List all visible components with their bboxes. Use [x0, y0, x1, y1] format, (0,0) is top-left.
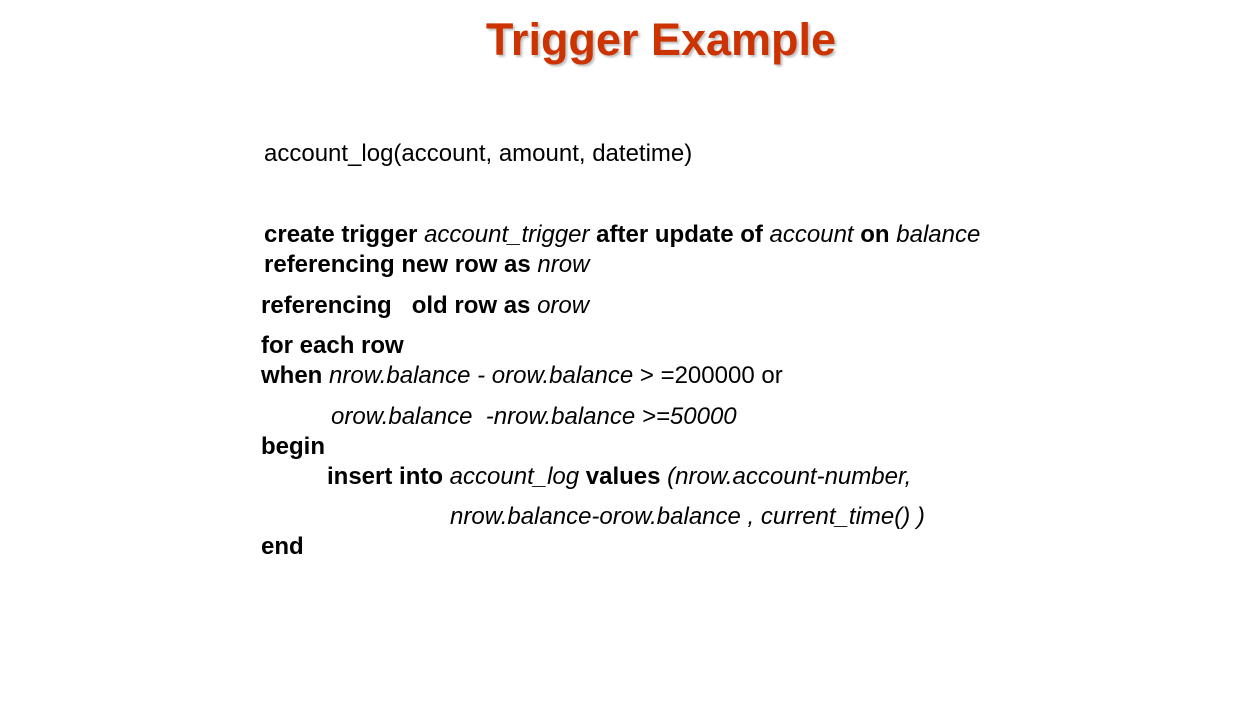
code-line-insert: insert into account_log values (nrow.acc… [327, 463, 911, 491]
when-expression-2: orow.balance -nrow.balance >=50000 [331, 403, 737, 430]
code-line-create-trigger: create trigger account_trigger after upd… [264, 221, 980, 249]
keyword-end: end [261, 533, 304, 560]
code-line-referencing-new: referencing new row as nrow [264, 251, 589, 279]
column-name: balance [896, 221, 981, 248]
code-line-insert-continued: nrow.balance-orow.balance , current_time… [450, 503, 925, 531]
table-name: account [769, 221, 854, 248]
trigger-name: account_trigger [424, 221, 590, 248]
keyword-referencing-old-row: referencing old row as [261, 292, 538, 319]
table-schema: account_log(account, amount, datetime) [264, 140, 693, 167]
code-line-when-continued: orow.balance -nrow.balance >=50000 [331, 403, 737, 431]
keyword-on: on [853, 221, 897, 248]
keyword-create-trigger: create trigger [264, 221, 425, 248]
code-line-end: end [261, 533, 304, 561]
when-expression: nrow.balance - orow.balance [329, 362, 634, 389]
insert-values-2: nrow.balance-orow.balance , current_time… [450, 503, 925, 530]
insert-table-name: account_log [449, 463, 580, 490]
keyword-after-update-of: after update of [589, 221, 770, 248]
code-line-referencing-old: referencing old row as orow [261, 292, 589, 320]
slide-title: Trigger Example [485, 14, 837, 65]
code-line-for-each-row: for each row [261, 332, 404, 360]
keyword-referencing-new-row: referencing new row as [264, 251, 538, 278]
keyword-when: when [261, 362, 330, 389]
keyword-insert-into: insert into [327, 463, 450, 490]
keyword-for-each-row: for each row [261, 332, 404, 359]
code-line-begin: begin [261, 433, 325, 461]
insert-values-1: (nrow.account-number, [667, 463, 912, 490]
alias-orow: orow [537, 292, 590, 319]
alias-nrow: nrow [537, 251, 590, 278]
code-line-when: when nrow.balance - orow.balance > =2000… [261, 362, 783, 390]
when-comparison: > =200000 or [633, 362, 783, 389]
keyword-begin: begin [261, 433, 325, 460]
keyword-values: values [579, 463, 668, 490]
